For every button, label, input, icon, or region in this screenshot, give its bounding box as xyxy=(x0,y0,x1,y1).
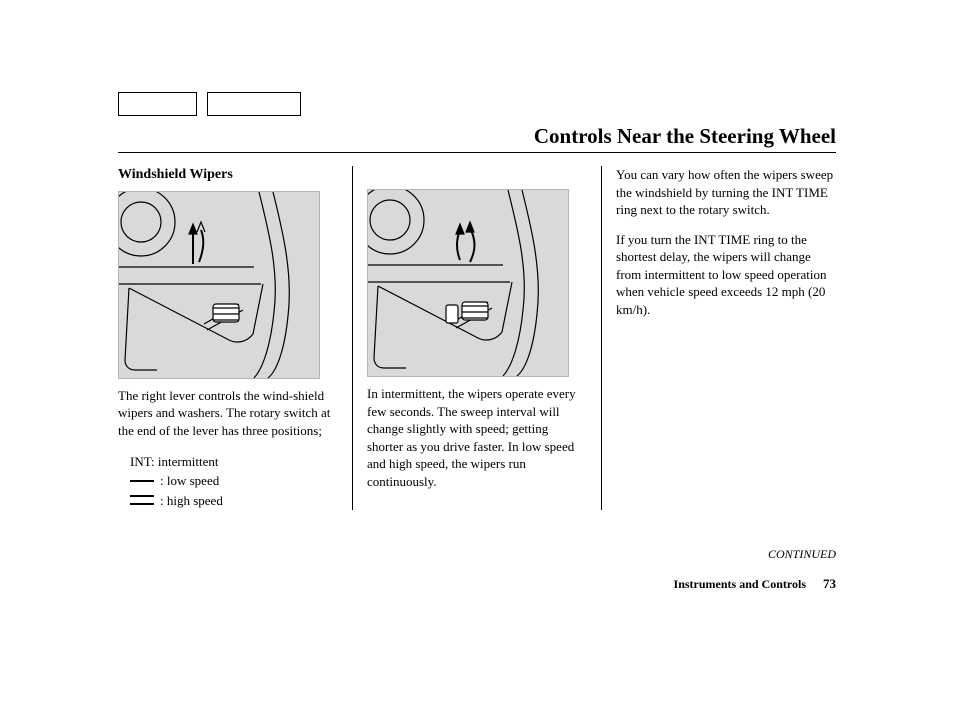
section-subhead: Windshield Wipers xyxy=(118,166,338,185)
illustration-svg-2 xyxy=(368,190,568,376)
col2-paragraph-1: In intermittent, the wipers operate ever… xyxy=(367,385,587,490)
wiper-lever-illustration-2 xyxy=(367,189,569,377)
header-box-right xyxy=(207,92,301,116)
title-rule xyxy=(118,152,836,153)
single-line-icon xyxy=(130,480,154,482)
page-title: Controls Near the Steering Wheel xyxy=(534,124,836,149)
page-number: 73 xyxy=(823,576,836,591)
legend-low: : low speed xyxy=(130,471,338,491)
header-boxes xyxy=(118,92,301,116)
column-2: In intermittent, the wipers operate ever… xyxy=(352,166,601,510)
content-columns: Windshield Wipers xyxy=(118,166,836,510)
page-footer: Instruments and Controls 73 xyxy=(674,576,836,592)
legend-high: : high speed xyxy=(130,491,338,511)
illustration-svg-1 xyxy=(119,192,319,378)
col1-paragraph-1: The right lever controls the wind-shield… xyxy=(118,387,338,440)
legend-low-text: : low speed xyxy=(160,471,219,491)
column-1: Windshield Wipers xyxy=(118,166,352,510)
col2-spacer xyxy=(367,166,587,189)
header-box-left xyxy=(118,92,197,116)
wiper-lever-illustration-1 xyxy=(118,191,320,379)
continued-label: CONTINUED xyxy=(768,547,836,562)
footer-section: Instruments and Controls xyxy=(674,577,806,591)
column-3: You can vary how often the wipers sweep … xyxy=(601,166,836,510)
col3-paragraph-2: If you turn the INT TIME ring to the sho… xyxy=(616,231,836,319)
legend-int: INT: intermittent xyxy=(130,452,338,472)
legend-high-text: : high speed xyxy=(160,491,223,511)
col3-paragraph-1: You can vary how often the wipers sweep … xyxy=(616,166,836,219)
double-line-icon xyxy=(130,495,154,505)
legend-int-text: INT: intermittent xyxy=(130,452,219,472)
switch-positions-legend: INT: intermittent : low speed : high spe… xyxy=(130,452,338,511)
